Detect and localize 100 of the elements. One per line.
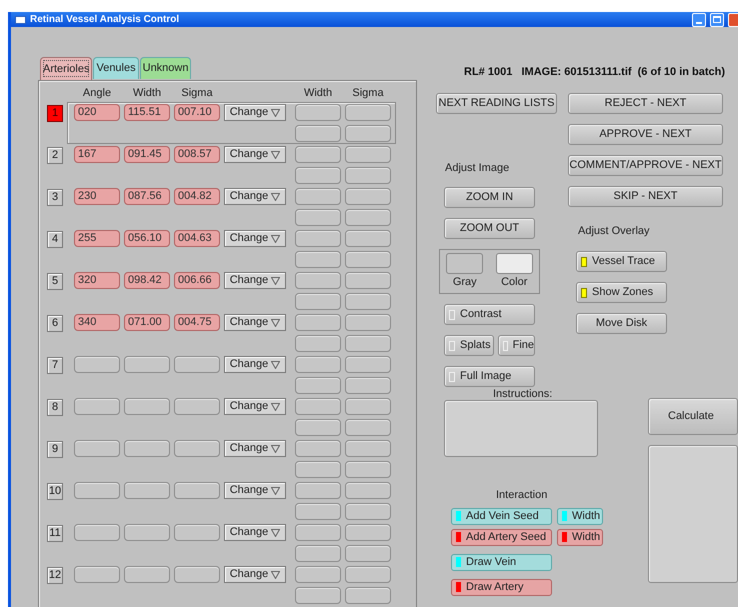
change-dropdown[interactable]: Change — [224, 482, 286, 499]
zoom-button[interactable]: ZOOM OUT — [444, 218, 535, 239]
value-field[interactable]: 004.75 — [174, 314, 220, 331]
toggle-button[interactable]: Vessel Trace — [576, 251, 667, 272]
value-field[interactable] — [295, 167, 341, 184]
value-field[interactable] — [124, 356, 170, 373]
row-number-button[interactable]: 10 — [47, 483, 63, 500]
value-field[interactable] — [295, 419, 341, 436]
interaction-button[interactable]: Draw Artery — [451, 578, 552, 596]
value-field[interactable] — [295, 314, 341, 331]
decision-button[interactable]: APPROVE - NEXT — [568, 124, 723, 144]
value-field[interactable] — [295, 587, 341, 604]
value-field[interactable] — [345, 209, 391, 226]
value-field[interactable] — [345, 503, 391, 520]
row-number-button[interactable]: 4 — [47, 231, 63, 248]
value-field[interactable] — [74, 398, 120, 415]
move-disk-button[interactable]: Move Disk — [576, 313, 667, 334]
value-field[interactable]: 167 — [74, 146, 120, 163]
value-field[interactable] — [295, 482, 341, 499]
value-field[interactable] — [345, 230, 391, 247]
value-field[interactable] — [345, 356, 391, 373]
change-dropdown[interactable]: Change — [224, 356, 286, 373]
value-field[interactable] — [295, 146, 341, 163]
value-field[interactable] — [345, 167, 391, 184]
row-number-button[interactable]: 7 — [47, 357, 63, 374]
value-field[interactable] — [174, 440, 220, 457]
row-number-button[interactable]: 5 — [47, 273, 63, 290]
value-field[interactable] — [295, 524, 341, 541]
value-field[interactable] — [174, 398, 220, 415]
close-icon[interactable] — [728, 12, 738, 26]
value-field[interactable] — [174, 482, 220, 499]
value-field[interactable] — [345, 335, 391, 352]
value-field[interactable]: 020 — [74, 104, 120, 121]
value-field[interactable] — [295, 566, 341, 583]
value-field[interactable] — [174, 566, 220, 583]
value-field[interactable] — [345, 587, 391, 604]
value-field[interactable]: 320 — [74, 272, 120, 289]
value-field[interactable] — [295, 188, 341, 205]
value-field[interactable]: 004.63 — [174, 230, 220, 247]
value-field[interactable] — [295, 272, 341, 289]
value-field[interactable]: 255 — [74, 230, 120, 247]
value-field[interactable] — [345, 419, 391, 436]
toggle-button[interactable]: Show Zones — [576, 282, 667, 303]
value-field[interactable] — [124, 440, 170, 457]
value-field[interactable] — [295, 377, 341, 394]
value-field[interactable]: 098.42 — [124, 272, 170, 289]
value-field[interactable] — [295, 398, 341, 415]
value-field[interactable] — [345, 545, 391, 562]
value-field[interactable] — [74, 566, 120, 583]
change-dropdown[interactable]: Change — [224, 104, 286, 121]
change-dropdown[interactable]: Change — [224, 440, 286, 457]
tab[interactable]: Unknown — [140, 57, 192, 79]
change-dropdown[interactable]: Change — [224, 188, 286, 205]
value-field[interactable] — [295, 125, 341, 142]
value-field[interactable] — [295, 545, 341, 562]
row-number-button[interactable]: 3 — [47, 189, 63, 206]
interaction-button[interactable]: Draw Vein — [451, 554, 552, 570]
value-field[interactable] — [295, 104, 341, 121]
calculate-button[interactable]: Calculate — [648, 398, 738, 435]
value-field[interactable] — [124, 482, 170, 499]
value-field[interactable]: 006.66 — [174, 272, 220, 289]
color-swatch[interactable] — [496, 253, 533, 274]
interaction-button[interactable]: Add Artery Seed — [451, 528, 552, 546]
value-field[interactable] — [345, 146, 391, 163]
value-field[interactable] — [345, 314, 391, 331]
maximize-icon[interactable] — [710, 12, 724, 26]
value-field[interactable] — [345, 566, 391, 583]
value-field[interactable]: 091.45 — [124, 146, 170, 163]
value-field[interactable] — [295, 251, 341, 268]
value-field[interactable] — [345, 440, 391, 457]
value-field[interactable] — [345, 251, 391, 268]
value-field[interactable]: 004.82 — [174, 188, 220, 205]
value-field[interactable] — [345, 482, 391, 499]
decision-button[interactable]: SKIP - NEXT — [568, 186, 723, 206]
tab[interactable]: Arterioles — [40, 57, 92, 80]
value-field[interactable] — [295, 440, 341, 457]
change-dropdown[interactable]: Change — [224, 146, 286, 163]
value-field[interactable]: 230 — [74, 188, 120, 205]
toggle-button[interactable]: Splats — [444, 335, 494, 356]
change-dropdown[interactable]: Change — [224, 230, 286, 247]
row-number-button[interactable]: 11 — [47, 525, 63, 542]
interaction-button[interactable]: Width — [557, 508, 603, 524]
row-number-button[interactable]: 9 — [47, 441, 63, 458]
value-field[interactable]: 007.10 — [174, 104, 220, 121]
tab[interactable]: Venules — [93, 57, 139, 79]
value-field[interactable] — [174, 524, 220, 541]
value-field[interactable] — [345, 104, 391, 121]
decision-button[interactable]: COMMENT/APPROVE - NEXT — [568, 154, 723, 176]
change-dropdown[interactable]: Change — [224, 272, 286, 289]
value-field[interactable] — [124, 566, 170, 583]
value-field[interactable] — [124, 398, 170, 415]
value-field[interactable] — [295, 335, 341, 352]
toggle-button[interactable]: Contrast — [444, 304, 535, 325]
value-field[interactable]: 056.10 — [124, 230, 170, 247]
minimize-icon[interactable] — [692, 12, 706, 26]
value-field[interactable] — [295, 461, 341, 478]
row-number-button[interactable]: 6 — [47, 315, 63, 332]
value-field[interactable] — [345, 125, 391, 142]
zoom-button[interactable]: ZOOM IN — [444, 187, 535, 208]
value-field[interactable] — [74, 482, 120, 499]
